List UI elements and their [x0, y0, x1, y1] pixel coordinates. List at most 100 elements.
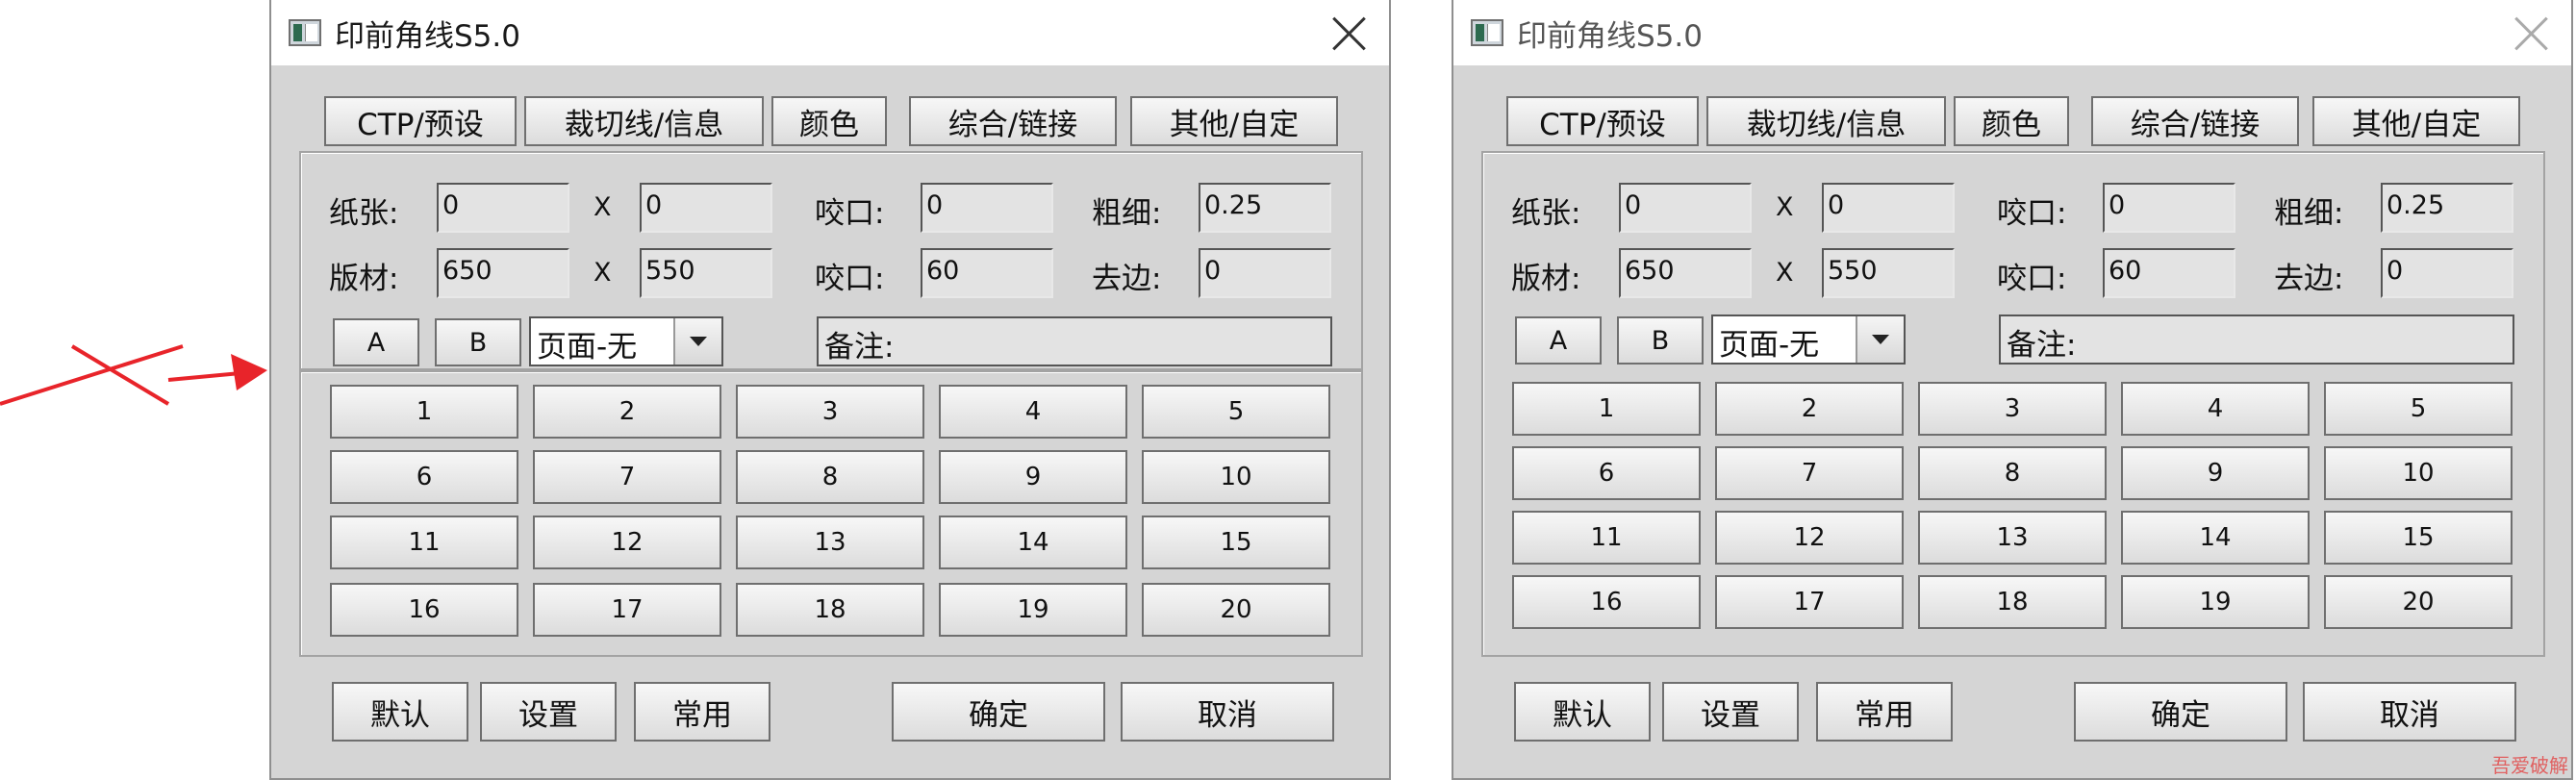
- common-button[interactable]: 常用: [1816, 682, 1953, 742]
- preset-button[interactable]: 1: [1512, 382, 1701, 436]
- preset-button[interactable]: 15: [1142, 516, 1330, 569]
- preset-button[interactable]: 5: [1142, 385, 1330, 439]
- red-arrow-annotation: [0, 344, 267, 406]
- tab-general-link[interactable]: 综合/链接: [909, 96, 1117, 146]
- default-button[interactable]: 默认: [332, 682, 468, 742]
- page-select[interactable]: 页面-无: [529, 316, 723, 366]
- settings-button[interactable]: 设置: [480, 682, 617, 742]
- thickness-field[interactable]: 0.25: [1199, 183, 1331, 233]
- b-button[interactable]: B: [1617, 316, 1704, 365]
- ok-button[interactable]: 确定: [2074, 682, 2287, 742]
- preset-button[interactable]: 3: [736, 385, 924, 439]
- plate-height-field[interactable]: 550: [640, 248, 772, 298]
- preset-button[interactable]: 10: [2324, 446, 2513, 500]
- watermark: 吾爱破解: [2491, 754, 2568, 777]
- preset-button[interactable]: 8: [1918, 446, 2107, 500]
- preset-button[interactable]: 19: [2121, 575, 2310, 629]
- x-separator: X: [1776, 258, 1794, 288]
- close-icon[interactable]: [1331, 15, 1368, 52]
- preset-button[interactable]: 18: [1918, 575, 2107, 629]
- preset-button[interactable]: 9: [939, 450, 1127, 504]
- plate-width-field[interactable]: 650: [437, 248, 569, 298]
- close-icon[interactable]: [2513, 15, 2550, 52]
- preset-button[interactable]: 8: [736, 450, 924, 504]
- bite-label-2: 咬口:: [1997, 262, 2067, 296]
- b-button[interactable]: B: [435, 318, 521, 366]
- tab-general-link[interactable]: 综合/链接: [2091, 96, 2299, 146]
- preset-button[interactable]: 19: [939, 583, 1127, 637]
- tab-crop-info[interactable]: 裁切线/信息: [524, 96, 764, 146]
- chevron-down-icon[interactable]: [1856, 316, 1904, 363]
- preset-button[interactable]: 16: [330, 583, 518, 637]
- preset-button[interactable]: 18: [736, 583, 924, 637]
- preset-button[interactable]: 14: [939, 516, 1127, 569]
- preset-button[interactable]: 13: [736, 516, 924, 569]
- preset-button[interactable]: 14: [2121, 511, 2310, 565]
- tab-other-custom[interactable]: 其他/自定: [1130, 96, 1338, 146]
- app-icon: [289, 19, 321, 46]
- preset-button[interactable]: 10: [1142, 450, 1330, 504]
- default-button[interactable]: 默认: [1514, 682, 1651, 742]
- page-select-value: 页面-无: [1719, 328, 1820, 363]
- window-title: 印前角线S5.0: [1517, 19, 1703, 54]
- preset-button[interactable]: 12: [1715, 511, 1904, 565]
- preset-button[interactable]: 20: [1142, 583, 1330, 637]
- paper-width-field[interactable]: 0: [1619, 183, 1752, 233]
- preset-button[interactable]: 11: [1512, 511, 1701, 565]
- note-field[interactable]: 备注:: [1999, 315, 2514, 365]
- preset-button[interactable]: 15: [2324, 511, 2513, 565]
- preset-button[interactable]: 4: [2121, 382, 2310, 436]
- preset-button[interactable]: 17: [1715, 575, 1904, 629]
- preset-button[interactable]: 5: [2324, 382, 2513, 436]
- bite-label-1: 咬口:: [1997, 196, 2067, 231]
- bite-field-2[interactable]: 60: [2103, 248, 2235, 298]
- page-select-value: 页面-无: [537, 330, 638, 365]
- tab-other-custom[interactable]: 其他/自定: [2312, 96, 2520, 146]
- preset-button[interactable]: 2: [1715, 382, 1904, 436]
- chevron-down-icon[interactable]: [673, 318, 721, 365]
- tab-ctp-preset[interactable]: CTP/预设: [324, 96, 517, 146]
- note-field[interactable]: 备注:: [817, 316, 1332, 366]
- preset-button[interactable]: 1: [330, 385, 518, 439]
- tab-ctp-preset[interactable]: CTP/预设: [1506, 96, 1699, 146]
- a-button[interactable]: A: [333, 318, 419, 366]
- preset-button[interactable]: 13: [1918, 511, 2107, 565]
- settings-button[interactable]: 设置: [1662, 682, 1799, 742]
- a-button[interactable]: A: [1515, 316, 1602, 365]
- bite-field-2[interactable]: 60: [921, 248, 1053, 298]
- tab-color[interactable]: 颜色: [771, 96, 887, 146]
- preset-button[interactable]: 16: [1512, 575, 1701, 629]
- ok-button[interactable]: 确定: [892, 682, 1105, 742]
- preset-button[interactable]: 12: [533, 516, 721, 569]
- plate-height-field[interactable]: 550: [1822, 248, 1955, 298]
- bite-field-1[interactable]: 0: [921, 183, 1053, 233]
- preset-button[interactable]: 17: [533, 583, 721, 637]
- page-select[interactable]: 页面-无: [1711, 315, 1906, 365]
- cancel-button[interactable]: 取消: [1121, 682, 1334, 742]
- preset-button[interactable]: 3: [1918, 382, 2107, 436]
- preset-button[interactable]: 4: [939, 385, 1127, 439]
- bite-field-1[interactable]: 0: [2103, 183, 2235, 233]
- tab-crop-info[interactable]: 裁切线/信息: [1706, 96, 1946, 146]
- trim-field[interactable]: 0: [1199, 248, 1331, 298]
- preset-button[interactable]: 6: [1512, 446, 1701, 500]
- paper-height-field[interactable]: 0: [640, 183, 772, 233]
- paper-height-field[interactable]: 0: [1822, 183, 1955, 233]
- tab-color[interactable]: 颜色: [1954, 96, 2069, 146]
- preset-button[interactable]: 7: [533, 450, 721, 504]
- trim-field[interactable]: 0: [2381, 248, 2513, 298]
- paper-width-field[interactable]: 0: [437, 183, 569, 233]
- plate-label: 版材:: [329, 262, 399, 296]
- preset-button[interactable]: 20: [2324, 575, 2513, 629]
- preset-button[interactable]: 2: [533, 385, 721, 439]
- paper-label: 纸张:: [329, 196, 399, 231]
- common-button[interactable]: 常用: [634, 682, 770, 742]
- preset-button[interactable]: 11: [330, 516, 518, 569]
- thickness-field[interactable]: 0.25: [2381, 183, 2513, 233]
- preset-button[interactable]: 9: [2121, 446, 2310, 500]
- plate-width-field[interactable]: 650: [1619, 248, 1752, 298]
- cancel-button[interactable]: 取消: [2303, 682, 2516, 742]
- preset-button[interactable]: 7: [1715, 446, 1904, 500]
- preset-button[interactable]: 6: [330, 450, 518, 504]
- title-bar: 印前角线S5.0: [1453, 0, 2571, 65]
